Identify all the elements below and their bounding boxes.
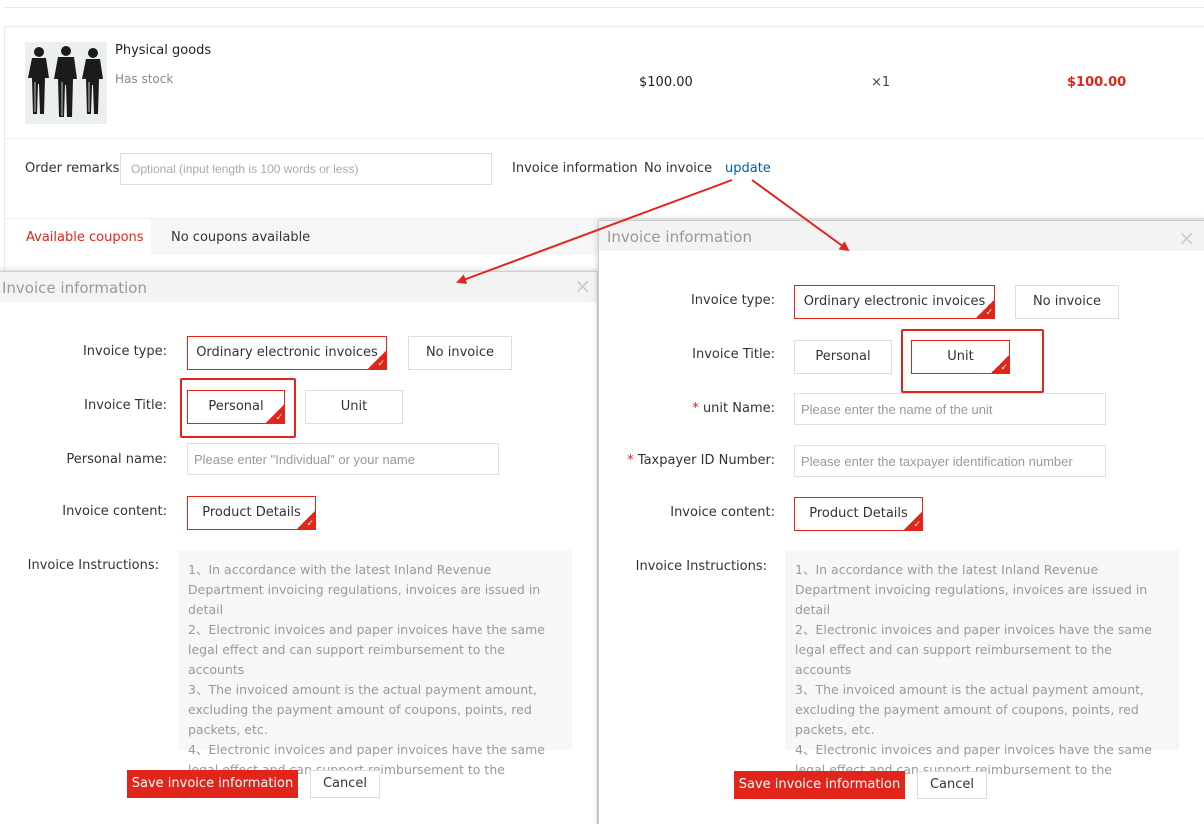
product-image-graphic xyxy=(25,42,107,124)
invoice-title-personal[interactable]: Personal ✓ xyxy=(187,390,285,424)
product-name[interactable]: Physical goods xyxy=(115,43,211,58)
dialog-header: Invoice information × xyxy=(0,272,597,302)
invoice-content-product-details[interactable]: Product Details ✓ xyxy=(187,496,316,530)
invoice-type-electronic[interactable]: Ordinary electronic invoices ✓ xyxy=(187,336,387,370)
invoice-title-personal[interactable]: Personal xyxy=(794,340,892,374)
taxpayer-id-label-text: Taxpayer ID Number: xyxy=(633,453,775,468)
taxpayer-id-label: * Taxpayer ID Number: xyxy=(627,453,775,468)
save-invoice-button[interactable]: Save invoice information xyxy=(734,771,905,799)
invoice-title-unit-label: Unit xyxy=(947,349,974,364)
invoice-info-label: Invoice information xyxy=(512,161,638,176)
invoice-title-label: Invoice Title: xyxy=(692,347,775,362)
invoice-update-link[interactable]: update xyxy=(725,161,771,176)
check-icon: ✓ xyxy=(985,308,993,318)
invoice-title-personal-label: Personal xyxy=(208,399,264,414)
selected-corner: ✓ xyxy=(990,354,1010,374)
selected-corner: ✓ xyxy=(903,511,923,531)
product-image[interactable] xyxy=(25,42,107,124)
invoice-type-none[interactable]: No invoice xyxy=(408,336,512,370)
selected-corner: ✓ xyxy=(296,510,316,530)
selected-corner: ✓ xyxy=(367,350,387,370)
check-icon: ✓ xyxy=(377,359,385,369)
instruction-item: 1、In accordance with the latest Inland R… xyxy=(188,562,541,617)
check-icon: ✓ xyxy=(275,413,283,423)
product-price: $100.00 xyxy=(639,75,693,90)
unit-name-label-text: unit Name: xyxy=(698,401,775,416)
instruction-item: 3、The invoiced amount is the actual paym… xyxy=(188,682,538,737)
invoice-type-electronic[interactable]: Ordinary electronic invoices ✓ xyxy=(794,285,995,319)
invoice-type-label: Invoice type: xyxy=(690,293,775,308)
invoice-content-label: Invoice content: xyxy=(670,505,775,520)
check-icon: ✓ xyxy=(913,520,921,530)
close-icon[interactable]: × xyxy=(574,276,591,296)
invoice-type-electronic-label: Ordinary electronic invoices xyxy=(803,294,986,309)
invoice-title-unit[interactable]: Unit xyxy=(305,390,403,424)
invoice-content-product-details[interactable]: Product Details ✓ xyxy=(794,497,923,531)
save-invoice-button[interactable]: Save invoice information xyxy=(127,770,298,798)
invoice-type-none[interactable]: No invoice xyxy=(1015,285,1119,319)
remarks-input[interactable] xyxy=(120,153,492,185)
selected-corner: ✓ xyxy=(975,299,995,319)
taxpayer-id-input[interactable] xyxy=(794,445,1106,477)
instruction-item: 1、In accordance with the latest Inland R… xyxy=(795,562,1148,617)
invoice-dialog-unit: Invoice information × Invoice type: Ordi… xyxy=(598,220,1204,824)
invoice-instructions-label: Invoice Instructions: xyxy=(635,559,767,574)
tab-available-coupons[interactable]: Available coupons xyxy=(5,219,151,255)
personal-name-label: Personal name: xyxy=(66,452,167,467)
product-quantity: ×1 xyxy=(871,75,891,90)
invoice-content-label-text: Product Details xyxy=(809,506,908,521)
cancel-button[interactable]: Cancel xyxy=(917,771,987,799)
dialog-title: Invoice information xyxy=(2,279,147,297)
product-total: $100.00 xyxy=(1067,75,1127,90)
coupons-status: No coupons available xyxy=(171,230,311,245)
unit-name-input[interactable] xyxy=(794,393,1106,425)
close-icon[interactable]: × xyxy=(1178,228,1195,248)
invoice-title-label: Invoice Title: xyxy=(84,398,167,413)
invoice-content-label: Invoice content: xyxy=(62,504,167,519)
invoice-type-electronic-label: Ordinary electronic invoices xyxy=(196,345,378,360)
remarks-label: Order remarks: xyxy=(25,161,124,176)
remarks-row: Order remarks: Invoice information No in… xyxy=(5,139,1204,219)
dialog-header: Invoice information × xyxy=(599,221,1204,251)
invoice-title-unit[interactable]: Unit ✓ xyxy=(911,340,1010,374)
check-icon: ✓ xyxy=(306,519,314,529)
product-row: Physical goods Has stock $100.00 ×1 $100… xyxy=(5,27,1204,139)
personal-name-input[interactable] xyxy=(187,443,499,475)
instruction-item: 3、The invoiced amount is the actual paym… xyxy=(795,682,1145,737)
invoice-type-label: Invoice type: xyxy=(82,344,167,359)
invoice-dialog-personal: Invoice information × Invoice type: Ordi… xyxy=(0,271,598,824)
instruction-item: 2、Electronic invoices and paper invoices… xyxy=(795,622,1152,677)
dialog-title: Invoice information xyxy=(607,228,752,246)
product-stock: Has stock xyxy=(115,72,174,86)
selected-corner: ✓ xyxy=(265,404,285,424)
unit-name-label: * unit Name: xyxy=(692,401,775,416)
invoice-instructions: 1、In accordance with the latest Inland R… xyxy=(785,550,1179,797)
cancel-button[interactable]: Cancel xyxy=(310,770,380,798)
invoice-content-label-text: Product Details xyxy=(202,505,301,520)
invoice-instructions-label: Invoice Instructions: xyxy=(27,558,159,573)
instruction-item: 2、Electronic invoices and paper invoices… xyxy=(188,622,545,677)
invoice-info-value: No invoice xyxy=(644,161,713,176)
top-strip xyxy=(4,0,1204,8)
invoice-instructions: 1、In accordance with the latest Inland R… xyxy=(178,550,572,797)
check-icon: ✓ xyxy=(1000,363,1008,373)
